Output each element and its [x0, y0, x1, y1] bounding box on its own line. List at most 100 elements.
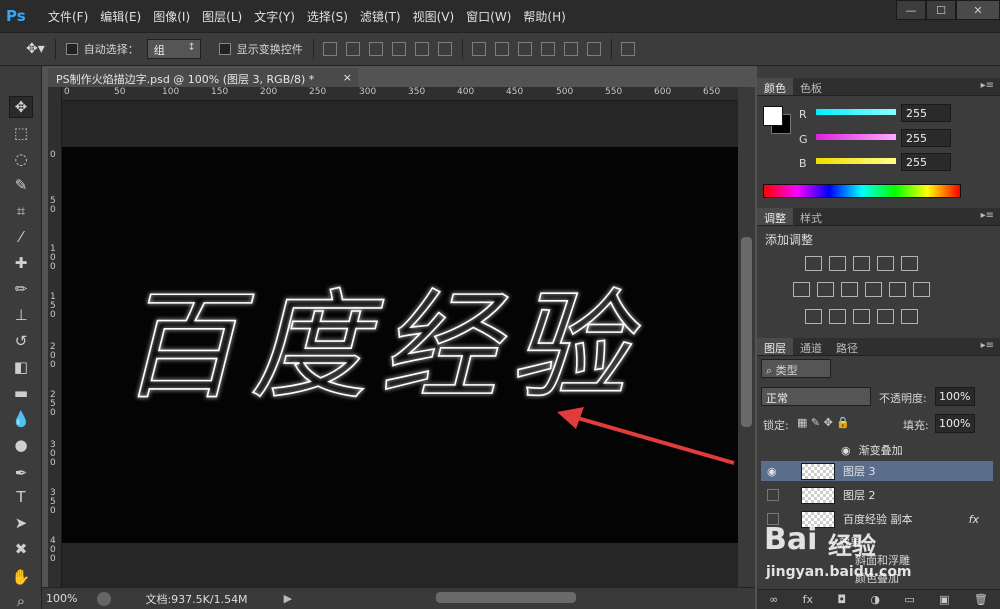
- mask-icon[interactable]: ◘: [837, 593, 846, 606]
- lock-icons[interactable]: ▦ ✎ ✥ 🔒: [797, 416, 850, 429]
- quick-select-tool-icon[interactable]: ✎: [9, 174, 33, 196]
- eye-icon[interactable]: ◉: [767, 465, 779, 478]
- layer-row-text-copy[interactable]: 百度经验 副本 fx: [761, 509, 993, 529]
- tab-adjustments[interactable]: 调整: [757, 208, 793, 225]
- pen-tool-icon[interactable]: ✒: [9, 462, 33, 484]
- layer-filter-dropdown[interactable]: ⌕ 类型: [761, 359, 831, 378]
- link-icon[interactable]: ∞: [769, 593, 778, 606]
- menu-layer[interactable]: 图层(L): [202, 8, 242, 25]
- gradient-map-icon[interactable]: [901, 309, 918, 324]
- menu-select[interactable]: 选择(S): [307, 8, 348, 25]
- channel-b-value[interactable]: 255: [901, 153, 951, 171]
- clone-stamp-tool-icon[interactable]: ⊥: [9, 304, 33, 326]
- menu-view[interactable]: 视图(V): [413, 8, 455, 25]
- align-top-icon[interactable]: [322, 42, 337, 56]
- tab-color[interactable]: 颜色: [757, 78, 793, 95]
- channel-r-value[interactable]: 255: [901, 104, 951, 122]
- visibility-toggle[interactable]: [767, 513, 779, 525]
- vertical-scrollbar[interactable]: [738, 87, 755, 587]
- horizontal-ruler[interactable]: 0 50 100 150 200 250 300 350 400 450 500…: [62, 87, 738, 101]
- eraser-tool-icon[interactable]: ◧: [9, 356, 33, 378]
- distribute-bottom-icon[interactable]: [517, 42, 532, 56]
- color-balance-icon[interactable]: [817, 282, 834, 297]
- tab-paths[interactable]: 路径: [829, 338, 865, 355]
- fx-button[interactable]: fx: [803, 593, 813, 606]
- auto-select-checkbox[interactable]: [65, 43, 78, 55]
- align-hcenter-icon[interactable]: [414, 42, 429, 56]
- opacity-input[interactable]: 100%: [935, 387, 975, 406]
- tab-channels[interactable]: 通道: [793, 338, 829, 355]
- path-select-tool-icon[interactable]: ➤: [9, 512, 33, 534]
- blend-mode-dropdown[interactable]: 正常: [761, 387, 871, 406]
- move-tool-icon[interactable]: ✥: [9, 96, 33, 118]
- exposure-icon[interactable]: [877, 256, 894, 271]
- channel-mixer-icon[interactable]: [889, 282, 906, 297]
- brightness-icon[interactable]: [805, 256, 822, 271]
- zoom-level[interactable]: 100%: [46, 592, 77, 605]
- align-bottom-icon[interactable]: [368, 42, 383, 56]
- channel-g-value[interactable]: 255: [901, 129, 951, 147]
- distribute-right-icon[interactable]: [586, 42, 601, 56]
- fill-input[interactable]: 100%: [935, 414, 975, 433]
- brush-tool-icon[interactable]: ✏: [9, 278, 33, 300]
- distribute-hcenter-icon[interactable]: [563, 42, 578, 56]
- vibrance-icon[interactable]: [901, 256, 918, 271]
- trash-icon[interactable]: 🗑: [974, 593, 988, 606]
- foreground-color-swatch-top[interactable]: [763, 106, 783, 126]
- status-arrow-icon[interactable]: ▶: [284, 592, 292, 605]
- status-menu-icon[interactable]: [97, 591, 112, 606]
- effect-row[interactable]: ◉ 渐变叠加: [761, 440, 993, 460]
- layer-row-2[interactable]: 图层 2: [761, 485, 993, 505]
- blur-tool-icon[interactable]: 💧: [9, 408, 33, 430]
- shape-tool-icon[interactable]: ✖: [9, 538, 33, 560]
- horizontal-scrollbar-thumb[interactable]: [436, 592, 576, 603]
- menu-window[interactable]: 窗口(W): [466, 8, 511, 25]
- align-left-icon[interactable]: [391, 42, 406, 56]
- close-button[interactable]: ✕: [956, 0, 1000, 20]
- folder-icon[interactable]: ▭: [904, 593, 914, 606]
- scrollbar-thumb[interactable]: [741, 237, 752, 427]
- color-spectrum-ramp[interactable]: [763, 184, 961, 198]
- maximize-button[interactable]: ☐: [926, 0, 956, 20]
- levels-icon[interactable]: [829, 256, 846, 271]
- channel-r-slider[interactable]: [816, 109, 896, 115]
- align-vcenter-icon[interactable]: [345, 42, 360, 56]
- visibility-toggle[interactable]: [767, 489, 779, 501]
- type-tool-icon[interactable]: T: [9, 486, 33, 508]
- invert-icon[interactable]: [805, 309, 822, 324]
- crop-tool-icon[interactable]: ⌗: [9, 200, 33, 222]
- channel-b-slider[interactable]: [816, 158, 896, 164]
- vertical-ruler[interactable]: 0 5 0 1 0 0 1 5 0 2 0 0 2 5 0 3 0 0 3 5 …: [48, 87, 62, 587]
- posterize-icon[interactable]: [829, 309, 846, 324]
- eye-icon[interactable]: ◉: [841, 444, 851, 457]
- menu-type[interactable]: 文字(Y): [254, 8, 295, 25]
- black-white-icon[interactable]: [841, 282, 858, 297]
- show-transform-checkbox[interactable]: [218, 43, 231, 55]
- marquee-tool-icon[interactable]: ⬚: [9, 122, 33, 144]
- adjustment-icon[interactable]: ◑: [870, 593, 880, 606]
- panel-menu-icon[interactable]: ▸≡: [981, 340, 994, 351]
- healing-brush-tool-icon[interactable]: ✚: [9, 252, 33, 274]
- menu-edit[interactable]: 编辑(E): [100, 8, 141, 25]
- menu-image[interactable]: 图像(I): [153, 8, 190, 25]
- selective-color-icon[interactable]: [877, 309, 894, 324]
- move-tool-icon[interactable]: ✥▾: [26, 41, 45, 57]
- zoom-tool-icon[interactable]: ⌕: [9, 590, 33, 609]
- curves-icon[interactable]: [853, 256, 870, 271]
- history-brush-tool-icon[interactable]: ↺: [9, 330, 33, 352]
- auto-align-icon[interactable]: [620, 42, 635, 56]
- auto-select-dropdown[interactable]: 组: [146, 39, 201, 59]
- menu-file[interactable]: 文件(F): [48, 8, 88, 25]
- distribute-vcenter-icon[interactable]: [494, 42, 509, 56]
- photo-filter-icon[interactable]: [865, 282, 882, 297]
- menu-help[interactable]: 帮助(H): [523, 8, 565, 25]
- distribute-left-icon[interactable]: [540, 42, 555, 56]
- eyedropper-tool-icon[interactable]: ⁄: [9, 226, 33, 248]
- threshold-icon[interactable]: [853, 309, 870, 324]
- close-tab-icon[interactable]: ×: [343, 71, 352, 84]
- menu-filter[interactable]: 滤镜(T): [360, 8, 401, 25]
- panel-menu-icon[interactable]: ▸≡: [981, 80, 994, 91]
- minimize-button[interactable]: —: [896, 0, 926, 20]
- tab-styles[interactable]: 样式: [793, 208, 829, 225]
- hand-tool-icon[interactable]: ✋: [9, 566, 33, 588]
